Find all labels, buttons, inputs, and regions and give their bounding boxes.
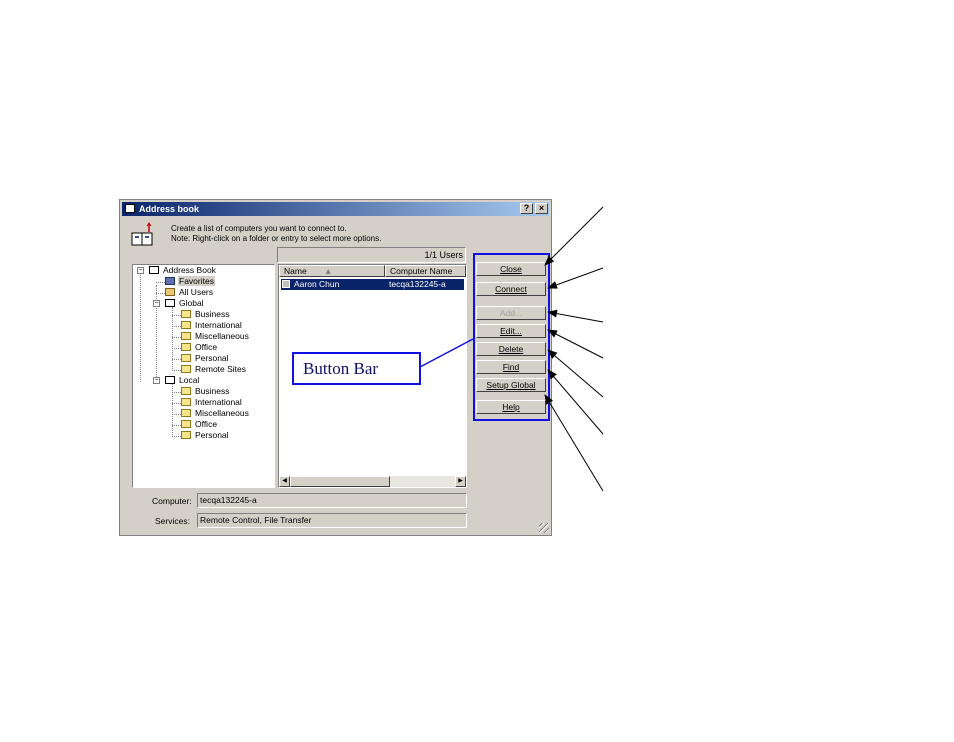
annotation-arrows [419,206,604,492]
button-bar-callout: Button Bar [292,352,421,385]
